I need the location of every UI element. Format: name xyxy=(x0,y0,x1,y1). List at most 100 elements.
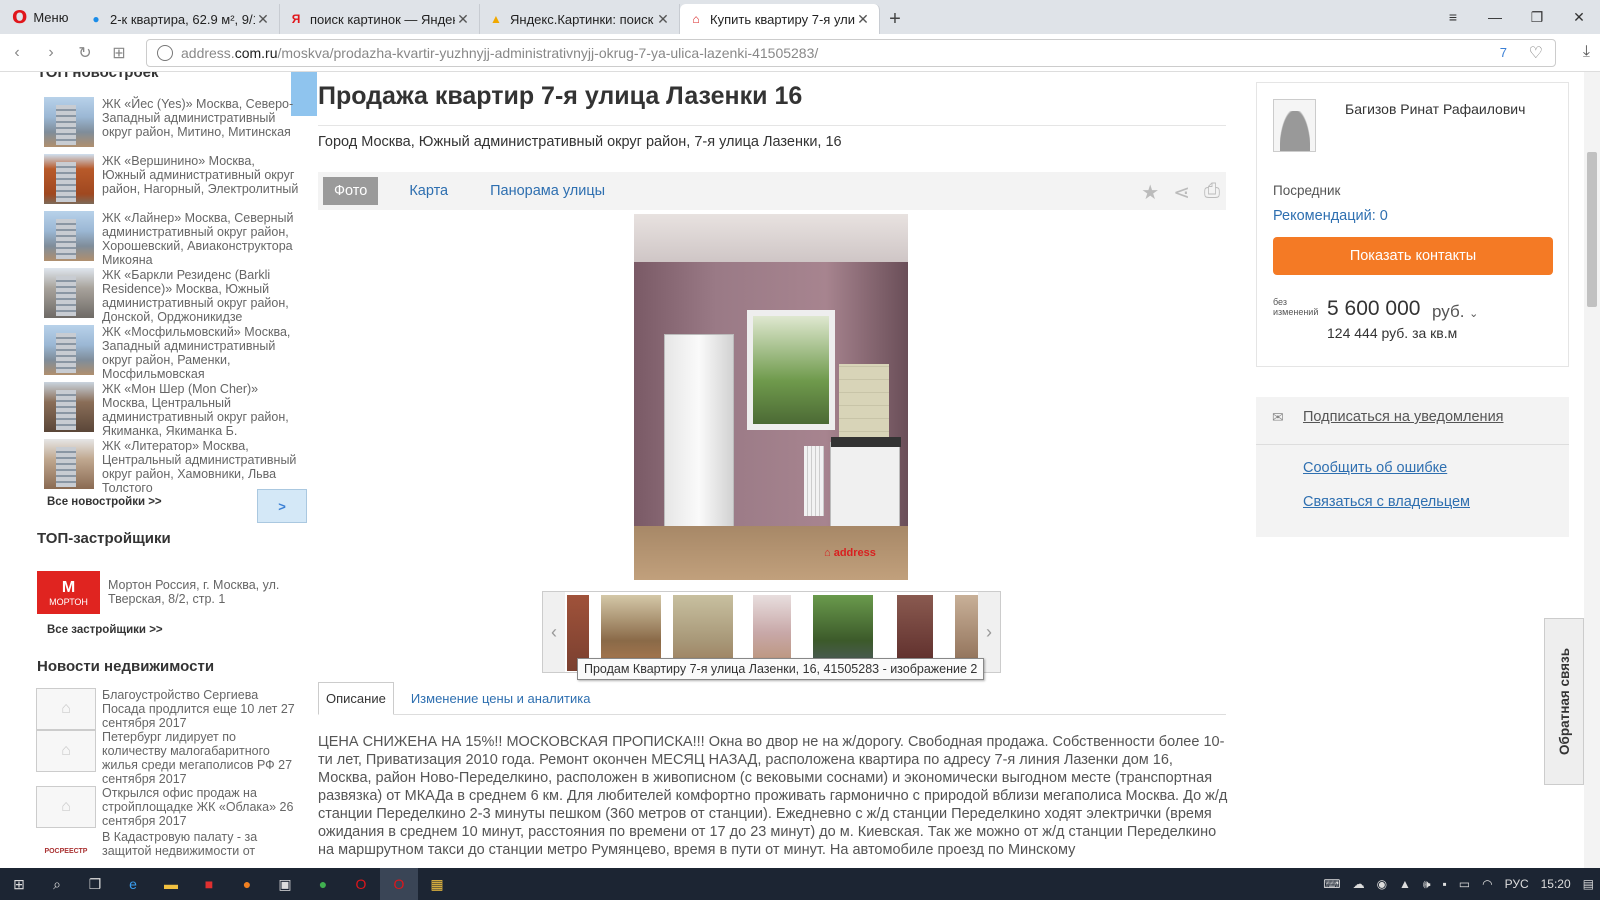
news-placeholder-icon: ⌂ xyxy=(36,688,96,730)
notifications-icon[interactable]: ▤ xyxy=(1583,877,1594,891)
chrome-icon[interactable]: ● xyxy=(304,868,342,900)
all-developers-link[interactable]: Все застройщики >> xyxy=(47,624,163,636)
opera-icon[interactable]: O xyxy=(342,868,380,900)
tab-price-history[interactable]: Изменение цены и аналитика xyxy=(404,683,598,714)
tab-street-panorama[interactable]: Панорама улицы xyxy=(479,177,616,205)
edge-icon[interactable]: e xyxy=(114,868,152,900)
browser-tab[interactable]: ▲ Яндекс.Картинки: поиск п ✕ xyxy=(480,4,680,34)
subscribe-link[interactable]: Подписаться на уведомления xyxy=(1303,409,1504,425)
morton-logo[interactable]: M МОРТОН xyxy=(37,571,100,614)
page-content: ТОП новостроек ЖК «Йес (Yes)» Москва, Се… xyxy=(0,72,1584,868)
news-item[interactable]: РОСРЕЕСТР В Кадастровую палату - за защит… xyxy=(36,830,300,868)
file-explorer-icon[interactable]: ▬ xyxy=(152,868,190,900)
browser-tab[interactable]: ● 2-к квартира, 62.9 м², 9/1 ✕ xyxy=(80,4,280,34)
new-building-item[interactable]: ЖК «Мон Шер (Mon Cher)» Москва, Централь… xyxy=(44,382,300,439)
tab-photo[interactable]: Фото xyxy=(323,177,379,205)
news-item[interactable]: ⌂ Открылся офис продаж на стройплощадке Ж… xyxy=(36,786,300,828)
news-item[interactable]: ⌂ Благоустройство Сергиева Посада продлит… xyxy=(36,688,300,730)
share-icon[interactable]: ⋖ xyxy=(1173,180,1190,205)
bookmark-heart-icon[interactable]: ♡ xyxy=(1529,43,1543,63)
developer-text[interactable]: Мортон Россия, г. Москва, ул. Тверская, … xyxy=(108,578,298,606)
new-building-item[interactable]: ЖК «Баркли Резиденс (Barkli Residence)» … xyxy=(44,268,300,325)
opera-logo-icon: O xyxy=(12,6,28,28)
save-icon[interactable]: ▣ xyxy=(266,868,304,900)
print-icon[interactable]: ⎙ xyxy=(1204,180,1220,205)
news-text: В Кадастровую палату - за защитой недвиж… xyxy=(102,830,258,858)
new-building-item[interactable]: ЖК «Вершинино» Москва, Южный администрат… xyxy=(44,154,300,211)
photo-window xyxy=(747,310,835,430)
task-view-icon[interactable]: ❐ xyxy=(76,868,114,900)
opera-menu-button[interactable]: O Меню xyxy=(0,0,80,34)
currency-selector[interactable]: руб. ⌄ xyxy=(1432,302,1478,322)
language-indicator[interactable]: РУС xyxy=(1505,877,1529,891)
page-title: Продажа квартир 7-я улица Лазенки 16 xyxy=(318,82,803,110)
news-text: Открылся офис продаж на стройплощадке ЖК… xyxy=(102,786,294,828)
back-icon[interactable]: ‹ xyxy=(0,34,34,72)
contact-owner-link[interactable]: Связаться с владельцем xyxy=(1303,494,1470,510)
browser-tab[interactable]: Япоиск картинок — Яндек ✕ xyxy=(280,4,480,34)
new-tab-button[interactable]: + xyxy=(880,4,910,34)
feedback-tab[interactable]: Обратная связь xyxy=(1544,618,1584,785)
building-thumbnail xyxy=(44,211,94,261)
globe-icon xyxy=(157,45,173,61)
url-path: /moskva/prodazha-kvartir-yuzhnyjj-admini… xyxy=(277,45,819,61)
close-window-icon[interactable]: ✕ xyxy=(1558,0,1600,34)
forward-icon[interactable]: › xyxy=(34,34,68,72)
prev-photo-icon[interactable]: ‹ xyxy=(543,592,565,672)
chevron-down-icon: ⌄ xyxy=(1469,308,1479,320)
all-new-buildings-link[interactable]: Все новостройки >> xyxy=(47,496,162,508)
rosreestr-logo: РОСРЕЕСТР xyxy=(36,830,96,868)
close-tab-icon[interactable]: ✕ xyxy=(455,11,471,28)
new-building-item[interactable]: ЖК «Литератор» Москва, Центральный админ… xyxy=(44,439,300,496)
agent-name: Багизов Ринат Рафаилович xyxy=(1345,101,1526,117)
tab-title: Яндекс.Картинки: поиск п xyxy=(510,11,655,27)
menu-label: Меню xyxy=(33,9,69,25)
close-tab-icon[interactable]: ✕ xyxy=(855,11,871,28)
browser-tab-active[interactable]: ⌂ Купить квартиру 7-я улиц ✕ xyxy=(680,4,880,34)
network-icon[interactable]: ▲ xyxy=(1399,877,1411,891)
news-item[interactable]: ⌂ Петербург лидирует по количеству малога… xyxy=(36,730,300,786)
new-building-item[interactable]: ЖК «Лайнер» Москва, Северный администрат… xyxy=(44,211,300,268)
new-building-item[interactable]: ЖК «Мосфильмовский» Москва, Западный адм… xyxy=(44,325,300,382)
wifi-icon[interactable]: ◠ xyxy=(1482,877,1492,891)
image-app-icon[interactable]: ▦ xyxy=(418,868,456,900)
nvidia-icon[interactable]: ▪ xyxy=(1443,877,1447,891)
next-arrow-button[interactable]: > xyxy=(257,489,307,523)
windows-start-icon[interactable]: ⊞ xyxy=(0,868,38,900)
new-building-text: ЖК «Вершинино» Москва, Южный администрат… xyxy=(102,154,299,196)
firefox-icon[interactable]: ● xyxy=(228,868,266,900)
main-photo[interactable]: ⌂ address xyxy=(634,214,908,580)
tab-description[interactable]: Описание xyxy=(318,682,394,715)
battery-icon[interactable]: ▭ xyxy=(1459,877,1470,891)
show-contacts-button[interactable]: Показать контакты xyxy=(1273,237,1553,275)
recommendations-link[interactable]: Рекомендаций: 0 xyxy=(1273,208,1388,224)
security-icon[interactable]: ◉ xyxy=(1377,877,1387,891)
search-icon[interactable]: ⌕ xyxy=(38,868,76,900)
app-icon[interactable]: ■ xyxy=(190,868,228,900)
yandex-favicon-icon: Я xyxy=(291,12,301,26)
speed-dial-icon[interactable]: ⊞ xyxy=(102,34,136,72)
download-icon[interactable]: ⤓ xyxy=(1583,43,1590,61)
cloud-icon[interactable]: ☁ xyxy=(1353,877,1365,891)
close-tab-icon[interactable]: ✕ xyxy=(255,11,271,28)
reload-icon[interactable]: ↻ xyxy=(68,34,102,72)
favorite-star-icon[interactable]: ★ xyxy=(1141,180,1159,205)
tab-map[interactable]: Карта xyxy=(398,177,459,205)
report-error-link[interactable]: Сообщить об ошибке xyxy=(1303,460,1447,476)
keyboard-icon[interactable]: ⌨ xyxy=(1323,877,1340,891)
vpn-badge[interactable]: 7 xyxy=(1500,45,1507,60)
clock[interactable]: 15:20 xyxy=(1541,877,1571,891)
price-note-line-1: без xyxy=(1273,297,1287,307)
new-building-item[interactable]: ЖК «Йес (Yes)» Москва, Северо-Западный а… xyxy=(44,97,300,154)
volume-icon[interactable]: 🕪 xyxy=(1423,877,1431,892)
close-tab-icon[interactable]: ✕ xyxy=(655,11,671,28)
tab-menu-icon[interactable]: ≡ xyxy=(1432,0,1474,34)
maximize-icon[interactable]: ❐ xyxy=(1516,0,1558,34)
news-placeholder-icon: ⌂ xyxy=(36,730,96,772)
url-field[interactable]: address. com.ru/moskva/prodazha-kvartir-y… xyxy=(146,39,1556,67)
minimize-icon[interactable]: — xyxy=(1474,0,1516,34)
opera-active-icon[interactable]: O xyxy=(380,868,418,900)
user-placeholder-icon xyxy=(1279,111,1310,151)
scrollbar[interactable] xyxy=(1584,72,1600,868)
scrollbar-thumb[interactable] xyxy=(1587,152,1597,307)
